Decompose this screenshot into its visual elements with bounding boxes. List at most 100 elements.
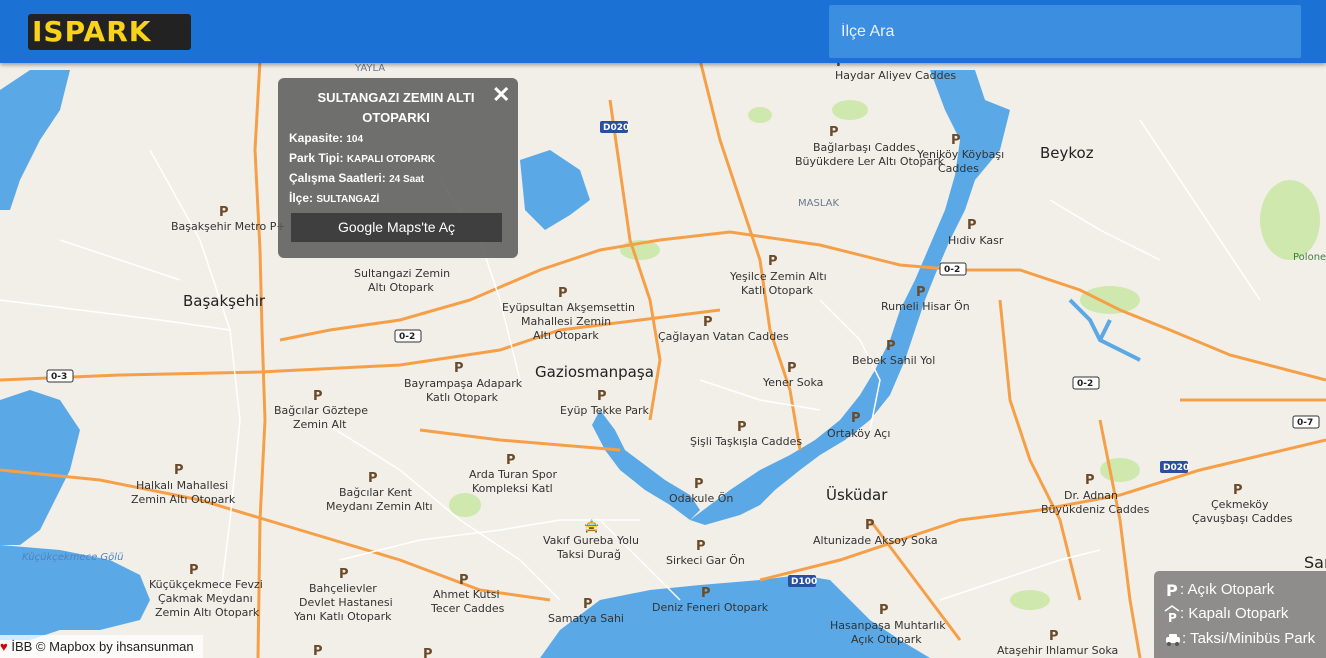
road-shield-d020-east: D020: [1163, 463, 1189, 473]
svg-text:P: P: [1168, 611, 1177, 623]
svg-text:Yener Soka: Yener Soka: [762, 376, 823, 389]
svg-text:P: P: [886, 339, 896, 354]
popup-park-type-row: Park Tipi: KAPALI OTOPARK: [289, 151, 435, 165]
popup-park-type-label: Park Tipi:: [289, 151, 344, 165]
legend-label-taxi: : Taksi/Minibüs Park: [1182, 630, 1316, 647]
logo-text: ISPARK: [32, 15, 152, 48]
svg-text:Devlet Hastanesi: Devlet Hastanesi: [299, 596, 393, 609]
svg-text:Altı Otopark: Altı Otopark: [368, 281, 434, 294]
district-basaksehir: Başakşehir: [183, 292, 266, 310]
svg-text:Sultangazi Zemin: Sultangazi Zemin: [354, 267, 450, 280]
map-canvas[interactable]: D020 0-2 0-2 0-3 0-2 0-7 D020 D100 YAYLA…: [0, 0, 1326, 658]
svg-text:P: P: [506, 453, 516, 468]
svg-text:Eyüp Tekke Park: Eyüp Tekke Park: [560, 404, 650, 417]
legend-item-covered: P: Kapalı Otopark: [1164, 603, 1288, 625]
road-shield-o2-west: 0-2: [399, 332, 415, 342]
svg-text:P: P: [1085, 473, 1095, 488]
svg-text:P: P: [851, 411, 861, 426]
svg-text:P: P: [423, 647, 433, 658]
svg-text:P: P: [879, 603, 889, 618]
svg-text:P: P: [459, 573, 469, 588]
map-attribution[interactable]: ♥ İBB © Mapbox by ihsansunman: [0, 635, 203, 658]
svg-text:Başakşehir Metro P+: Başakşehir Metro P+: [171, 220, 286, 233]
svg-text:P: P: [703, 315, 713, 330]
svg-text:Altunizade Aksoy Soka: Altunizade Aksoy Soka: [813, 534, 938, 547]
svg-text:P: P: [768, 254, 778, 269]
place-label-sar: Sar: [1304, 553, 1326, 572]
svg-text:Altı Otopark: Altı Otopark: [533, 329, 599, 342]
svg-text:Mahallesi Zemin: Mahallesi Zemin: [521, 315, 611, 328]
svg-text:Taksi Durağ: Taksi Durağ: [556, 548, 621, 561]
svg-text:Samatya Sahi: Samatya Sahi: [548, 612, 624, 625]
svg-text:Çakmak Meydanı: Çakmak Meydanı: [158, 592, 253, 605]
popup-park-type-value: KAPALI OTOPARK: [346, 154, 436, 165]
svg-text:Bebek Sahil Yol: Bebek Sahil Yol: [852, 354, 935, 367]
svg-text:Şişli Taşkışla Caddes: Şişli Taşkışla Caddes: [690, 435, 802, 448]
road-shield-o7: 0-7: [1297, 418, 1313, 428]
district-search-input[interactable]: [829, 5, 1301, 58]
attribution-text: İBB © Mapbox by ihsansunman: [11, 639, 194, 654]
covered-parking-icon: P: [1164, 605, 1180, 625]
svg-text:Kompleksi Katl: Kompleksi Katl: [472, 482, 553, 495]
top-bar: ISPARK: [0, 0, 1326, 63]
svg-text:🚖: 🚖: [584, 519, 599, 533]
svg-text:P: P: [189, 563, 199, 578]
legend-label-covered: : Kapalı Otopark: [1180, 605, 1289, 622]
svg-text:P: P: [865, 518, 875, 533]
svg-text:P: P: [174, 463, 184, 478]
popup-title: SULTANGAZI ZEMIN ALTI OTOPARKI: [317, 90, 475, 125]
place-label-kucukcekmece-golu: Küçükçekmece Gölü: [22, 552, 123, 563]
road-shield-d020-north: D020: [603, 123, 629, 133]
svg-text:Tecer Caddes: Tecer Caddes: [430, 602, 505, 615]
svg-text:P: P: [787, 361, 797, 376]
svg-text:P: P: [313, 389, 323, 404]
svg-text:P: P: [951, 133, 961, 148]
svg-text:Hasanpaşa Muhtarlık: Hasanpaşa Muhtarlık: [830, 619, 946, 632]
svg-text:Arda Turan Spor: Arda Turan Spor: [469, 468, 558, 481]
svg-text:P: P: [597, 389, 607, 404]
open-parking-icon: P: [1166, 581, 1178, 600]
legend-label-open: : Açık Otopark: [1180, 581, 1275, 598]
ispark-logo[interactable]: ISPARK: [28, 14, 191, 50]
svg-text:Hıdiv Kasr: Hıdiv Kasr: [948, 234, 1004, 247]
svg-text:Eyüpsultan Akşemsettin: Eyüpsultan Akşemsettin: [502, 301, 635, 314]
popup-hours-value: 24 Saat: [389, 174, 425, 185]
road-shield-o3: 0-3: [51, 372, 67, 382]
popup-district-value: SULTANGAZİ: [316, 194, 380, 205]
svg-text:Çavuşbaşı Caddes: Çavuşbaşı Caddes: [1192, 512, 1293, 525]
svg-text:P: P: [694, 477, 704, 492]
map-legend: P: Açık Otopark P: Kapalı Otopark : Taks…: [1154, 571, 1326, 658]
svg-text:Yeşilce Zemin Altı: Yeşilce Zemin Altı: [729, 270, 827, 283]
district-beykoz: Beykoz: [1040, 144, 1094, 162]
svg-text:Açık Otopark: Açık Otopark: [851, 633, 922, 646]
popup-hours-label: Çalışma Saatleri:: [289, 171, 386, 185]
heart-icon: ♥: [0, 639, 8, 654]
open-google-maps-button[interactable]: Google Maps'te Aç: [291, 213, 502, 242]
road-shield-o2-east: 0-2: [1077, 379, 1093, 389]
svg-text:Bağcılar Kent: Bağcılar Kent: [339, 486, 413, 499]
legend-item-open: P: Açık Otopark: [1164, 579, 1274, 601]
svg-text:Vakıf Gureba Yolu: Vakıf Gureba Yolu: [543, 534, 639, 547]
popup-capacity-row: Kapasite: 104: [289, 131, 363, 145]
svg-text:Ortaköy Açı: Ortaköy Açı: [827, 427, 890, 440]
district-uskudar: Üsküdar: [826, 485, 888, 504]
svg-text:Yeniköy Köybaşı: Yeniköy Köybaşı: [916, 148, 1004, 161]
svg-text:Çağlayan Vatan Caddes: Çağlayan Vatan Caddes: [658, 330, 789, 343]
popup-capacity-value: 104: [346, 134, 364, 145]
svg-text:P: P: [1049, 629, 1059, 644]
svg-text:Bayrampaşa Adapark: Bayrampaşa Adapark: [404, 377, 523, 390]
svg-text:Büyükdeniz Caddes: Büyükdeniz Caddes: [1041, 503, 1150, 516]
svg-text:Bağcılar Göztepe: Bağcılar Göztepe: [274, 404, 368, 417]
road-shield-o2-maslak: 0-2: [944, 265, 960, 275]
svg-text:P: P: [454, 361, 464, 376]
svg-text:Zemin Altı Otopark: Zemin Altı Otopark: [155, 606, 260, 619]
svg-text:Caddes: Caddes: [938, 162, 979, 175]
svg-text:Meydanı Zemin Altı: Meydanı Zemin Altı: [326, 500, 433, 513]
popup-hours-row: Çalışma Saatleri: 24 Saat: [289, 171, 424, 185]
close-icon[interactable]: ✕: [492, 83, 510, 107]
svg-text:P: P: [737, 420, 747, 435]
svg-text:P: P: [558, 286, 568, 301]
parking-info-popup: SULTANGAZI ZEMIN ALTI OTOPARKI ✕ Kapasit…: [278, 78, 518, 258]
svg-text:Rumeli Hisar Ön: Rumeli Hisar Ön: [881, 300, 970, 313]
svg-text:Deniz Feneri Otopark: Deniz Feneri Otopark: [652, 601, 769, 614]
